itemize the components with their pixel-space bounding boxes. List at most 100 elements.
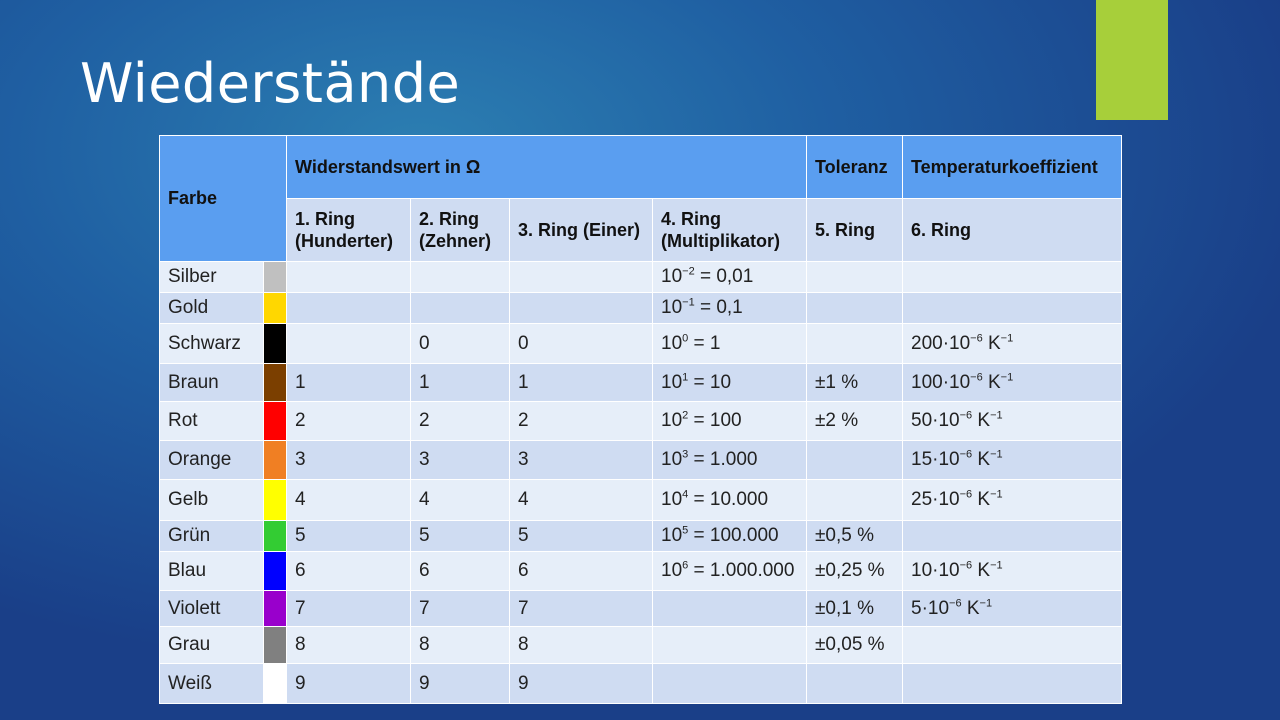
tolerance-value: ±0,5 % bbox=[806, 520, 903, 552]
accent-bar bbox=[1096, 0, 1168, 120]
ring2-value: 6 bbox=[410, 551, 510, 591]
color-swatch bbox=[263, 590, 287, 627]
temperature-coefficient-value bbox=[902, 261, 1122, 293]
ring3-value: 5 bbox=[509, 520, 653, 552]
subheader-ring6: 6. Ring bbox=[902, 198, 1122, 262]
subheader-ring4: 4. Ring (Multiplikator) bbox=[652, 198, 807, 262]
ring1-value: 3 bbox=[286, 440, 411, 480]
table-row: Gold 10−1 = 0,1 bbox=[159, 292, 1122, 324]
ring3-value: 9 bbox=[509, 663, 653, 704]
color-name: Blau bbox=[159, 551, 264, 591]
temperature-coefficient-value: 25·10−6 K−1 bbox=[902, 479, 1122, 521]
ring3-value: 2 bbox=[509, 401, 653, 441]
temperature-coefficient-value: 10·10−6 K−1 bbox=[902, 551, 1122, 591]
ring3-value bbox=[509, 261, 653, 293]
ring1-value: 8 bbox=[286, 626, 411, 664]
tolerance-value bbox=[806, 323, 903, 364]
color-name: Schwarz bbox=[159, 323, 264, 364]
ring1-value bbox=[286, 261, 411, 293]
color-swatch bbox=[263, 520, 287, 552]
slide-title: Wiederstände bbox=[80, 52, 461, 115]
tolerance-value bbox=[806, 292, 903, 324]
ring3-value: 6 bbox=[509, 551, 653, 591]
table-row: Silber 10−2 = 0,01 bbox=[159, 261, 1122, 293]
tolerance-value: ±1 % bbox=[806, 363, 903, 402]
tolerance-value bbox=[806, 663, 903, 704]
table-row: Rot 2 2 2 102 = 100 ±2 % 50·10−6 K−1 bbox=[159, 401, 1122, 441]
ring1-value: 1 bbox=[286, 363, 411, 402]
color-swatch bbox=[263, 440, 287, 480]
multiplier-value: 10−2 = 0,01 bbox=[652, 261, 807, 293]
header-farbe: Farbe bbox=[159, 135, 287, 262]
ring3-value: 4 bbox=[509, 479, 653, 521]
ring1-value: 4 bbox=[286, 479, 411, 521]
ring2-value: 5 bbox=[410, 520, 510, 552]
ring2-value bbox=[410, 292, 510, 324]
multiplier-value bbox=[652, 590, 807, 627]
ring1-value: 7 bbox=[286, 590, 411, 627]
header-temperaturkoeffizient: Temperaturkoeffizient bbox=[902, 135, 1122, 199]
table-row: Orange 3 3 3 103 = 1.000 15·10−6 K−1 bbox=[159, 440, 1122, 480]
table-row: Gelb 4 4 4 104 = 10.000 25·10−6 K−1 bbox=[159, 479, 1122, 521]
header-toleranz: Toleranz bbox=[806, 135, 903, 199]
ring1-value: 9 bbox=[286, 663, 411, 704]
table-row: Grün 5 5 5 105 = 100.000 ±0,5 % bbox=[159, 520, 1122, 552]
temperature-coefficient-value: 15·10−6 K−1 bbox=[902, 440, 1122, 480]
resistor-color-table: Farbe Widerstandswert in Ω Toleranz Temp… bbox=[159, 135, 1122, 704]
color-swatch bbox=[263, 292, 287, 324]
ring2-value: 1 bbox=[410, 363, 510, 402]
color-name: Violett bbox=[159, 590, 264, 627]
ring3-value: 7 bbox=[509, 590, 653, 627]
tolerance-value: ±0,1 % bbox=[806, 590, 903, 627]
color-swatch bbox=[263, 663, 287, 704]
color-swatch bbox=[263, 363, 287, 402]
tolerance-value bbox=[806, 479, 903, 521]
multiplier-value bbox=[652, 626, 807, 664]
table-row: Blau 6 6 6 106 = 1.000.000 ±0,25 % 10·10−6 K−1 bbox=[159, 551, 1122, 591]
ring3-value: 0 bbox=[509, 323, 653, 364]
color-name: Grün bbox=[159, 520, 264, 552]
tolerance-value: ±2 % bbox=[806, 401, 903, 441]
tolerance-value bbox=[806, 440, 903, 480]
header-row: Farbe Widerstandswert in Ω Toleranz Temp… bbox=[159, 135, 1122, 262]
table-row: Weiß 9 9 9 bbox=[159, 663, 1122, 704]
multiplier-value: 105 = 100.000 bbox=[652, 520, 807, 552]
ring3-value: 1 bbox=[509, 363, 653, 402]
multiplier-value: 102 = 100 bbox=[652, 401, 807, 441]
subheader-ring2: 2. Ring (Zehner) bbox=[410, 198, 510, 262]
ring1-value: 6 bbox=[286, 551, 411, 591]
subheader-ring1: 1. Ring (Hunderter) bbox=[286, 198, 411, 262]
ring2-value: 9 bbox=[410, 663, 510, 704]
temperature-coefficient-value: 5·10−6 K−1 bbox=[902, 590, 1122, 627]
ring2-value: 2 bbox=[410, 401, 510, 441]
multiplier-value: 101 = 10 bbox=[652, 363, 807, 402]
temperature-coefficient-value bbox=[902, 292, 1122, 324]
tolerance-value: ±0,05 % bbox=[806, 626, 903, 664]
ring1-value bbox=[286, 292, 411, 324]
color-name: Weiß bbox=[159, 663, 264, 704]
table-row: Schwarz 0 0 100 = 1 200·10−6 K−1 bbox=[159, 323, 1122, 364]
ring2-value: 3 bbox=[410, 440, 510, 480]
temperature-coefficient-value bbox=[902, 663, 1122, 704]
color-name: Silber bbox=[159, 261, 264, 293]
temperature-coefficient-value: 50·10−6 K−1 bbox=[902, 401, 1122, 441]
color-swatch bbox=[263, 261, 287, 293]
multiplier-value: 100 = 1 bbox=[652, 323, 807, 364]
color-swatch bbox=[263, 626, 287, 664]
multiplier-value: 106 = 1.000.000 bbox=[652, 551, 807, 591]
ring2-value: 8 bbox=[410, 626, 510, 664]
ring2-value: 4 bbox=[410, 479, 510, 521]
ring1-value: 5 bbox=[286, 520, 411, 552]
ring3-value: 8 bbox=[509, 626, 653, 664]
color-name: Rot bbox=[159, 401, 264, 441]
table-row: Braun 1 1 1 101 = 10 ±1 % 100·10−6 K−1 bbox=[159, 363, 1122, 402]
ring2-value: 0 bbox=[410, 323, 510, 364]
subheader-ring3: 3. Ring (Einer) bbox=[509, 198, 653, 262]
subheader-ring5: 5. Ring bbox=[806, 198, 903, 262]
temperature-coefficient-value bbox=[902, 626, 1122, 664]
temperature-coefficient-value: 200·10−6 K−1 bbox=[902, 323, 1122, 364]
temperature-coefficient-value bbox=[902, 520, 1122, 552]
color-swatch bbox=[263, 401, 287, 441]
ring1-value: 2 bbox=[286, 401, 411, 441]
ring1-value bbox=[286, 323, 411, 364]
